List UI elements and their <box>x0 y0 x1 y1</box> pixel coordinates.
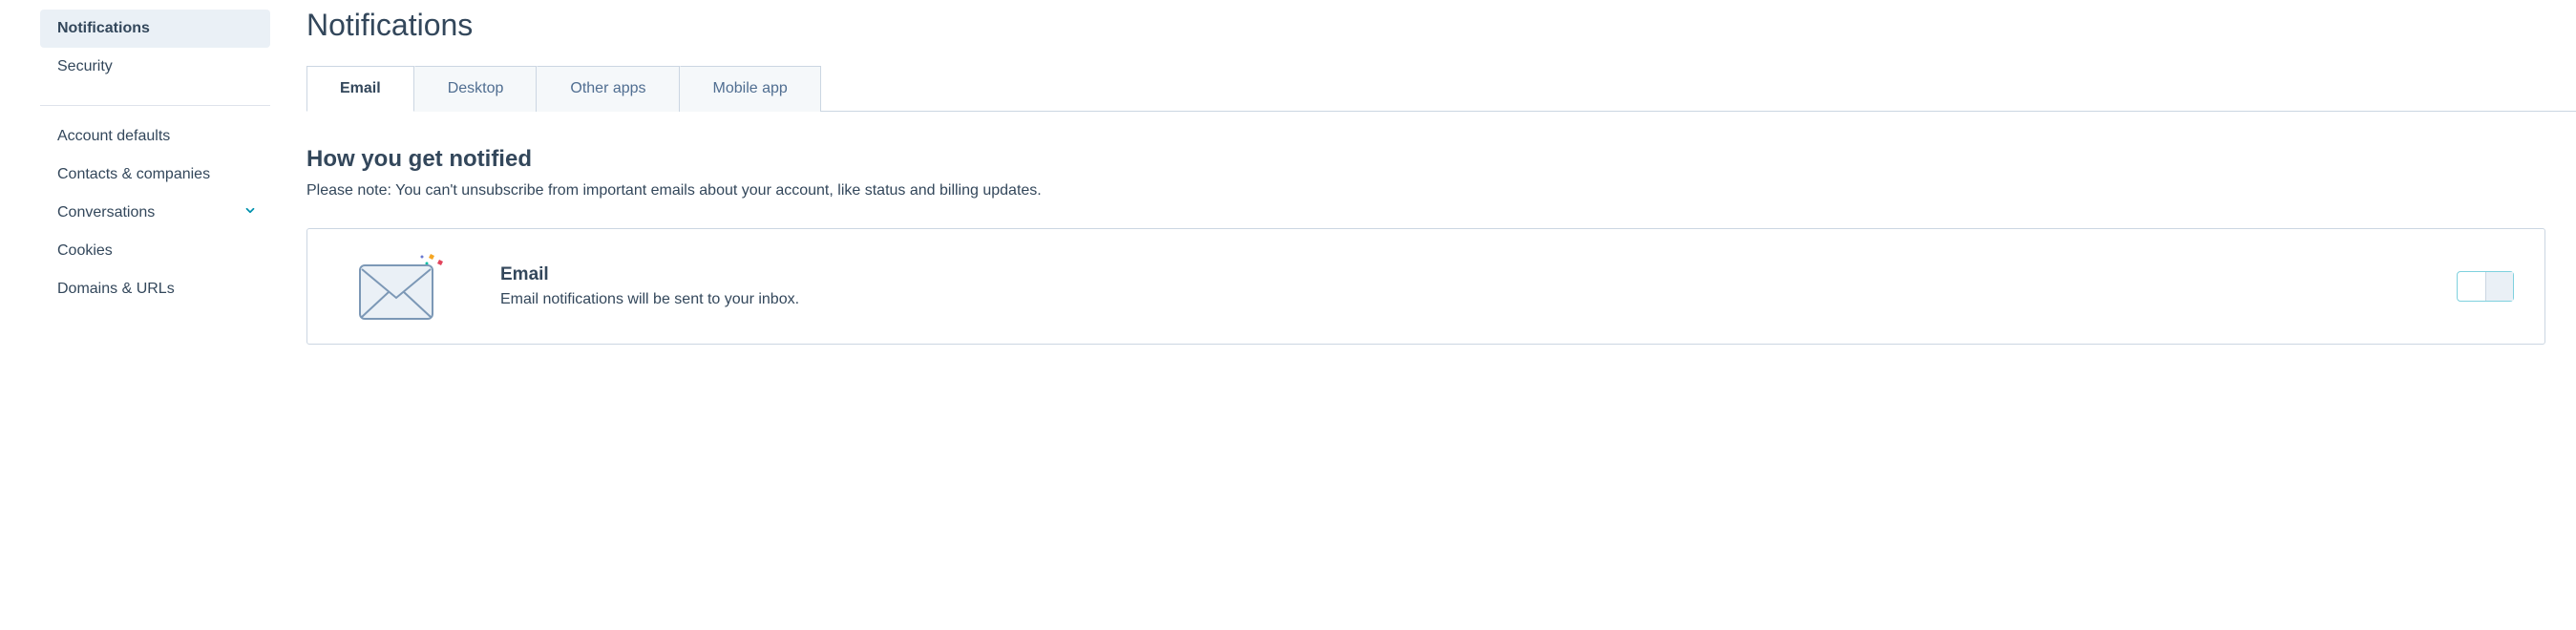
tab-label: Email <box>340 80 381 96</box>
tab-label: Desktop <box>448 80 504 96</box>
sidebar-item-security[interactable]: Security <box>40 48 270 86</box>
tab-label: Other apps <box>570 80 645 96</box>
sidebar-item-contacts-companies[interactable]: Contacts & companies <box>40 156 270 194</box>
sidebar-item-label: Conversations <box>57 204 155 220</box>
tab-mobile-app[interactable]: Mobile app <box>680 66 821 112</box>
tab-label: Mobile app <box>713 80 788 96</box>
sidebar-item-label: Notifications <box>57 20 150 36</box>
sidebar-item-label: Security <box>57 58 113 74</box>
sidebar-item-cookies[interactable]: Cookies <box>40 232 270 270</box>
sidebar-item-domains-urls[interactable]: Domains & URLs <box>40 270 270 308</box>
sidebar-item-notifications[interactable]: Notifications <box>40 10 270 48</box>
card-title: Email <box>500 264 2457 285</box>
email-card: Email Email notifications will be sent t… <box>306 228 2545 345</box>
tab-email[interactable]: Email <box>306 66 414 112</box>
envelope-icon <box>353 250 449 323</box>
section-note: Please note: You can't unsubscribe from … <box>306 182 2545 200</box>
card-body: Email Email notifications will be sent t… <box>500 264 2457 308</box>
section-how-notified: How you get notified Please note: You ca… <box>306 112 2576 345</box>
sidebar-item-label: Cookies <box>57 242 113 259</box>
email-toggle[interactable] <box>2457 271 2514 302</box>
sidebar-item-conversations[interactable]: Conversations <box>40 194 270 232</box>
sidebar-item-account-defaults[interactable]: Account defaults <box>40 117 270 156</box>
tab-desktop[interactable]: Desktop <box>414 66 538 112</box>
sidebar: Notifications Security Account defaults … <box>0 0 282 345</box>
sidebar-divider <box>40 105 270 106</box>
tab-other-apps[interactable]: Other apps <box>537 66 679 112</box>
main-content: Notifications Email Desktop Other apps M… <box>282 0 2576 345</box>
section-title: How you get notified <box>306 146 2545 173</box>
tabs: Email Desktop Other apps Mobile app <box>306 66 2576 112</box>
page-title: Notifications <box>306 8 2576 43</box>
card-description: Email notifications will be sent to your… <box>500 291 2457 308</box>
sidebar-item-label: Contacts & companies <box>57 166 210 182</box>
sidebar-item-label: Account defaults <box>57 128 170 144</box>
chevron-down-icon <box>243 204 257 222</box>
sidebar-item-label: Domains & URLs <box>57 281 175 297</box>
